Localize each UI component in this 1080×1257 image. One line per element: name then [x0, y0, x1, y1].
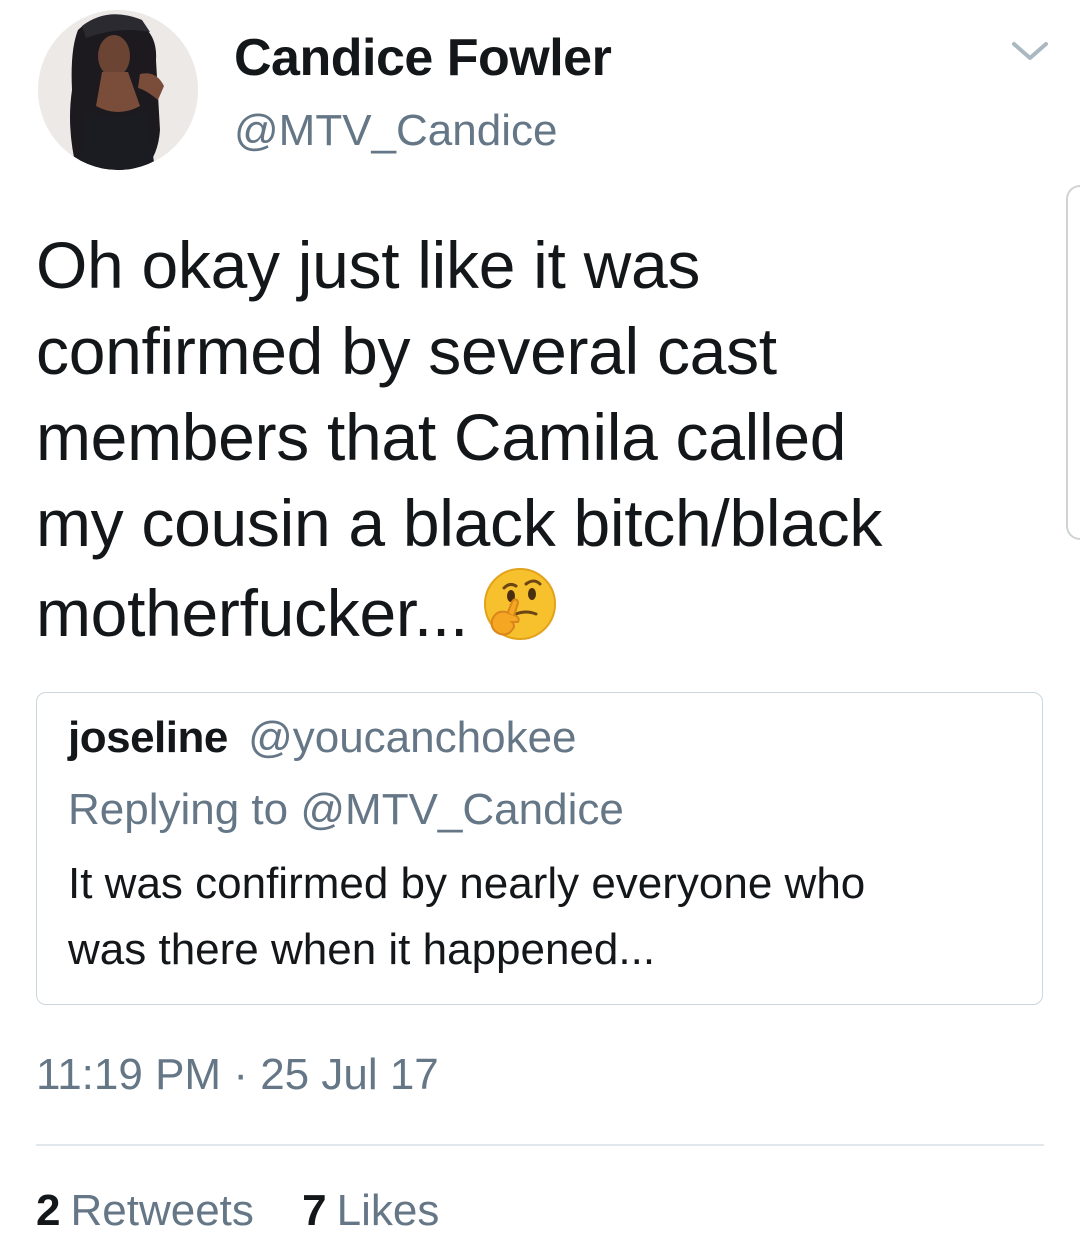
retweets-count: 2 — [36, 1186, 61, 1235]
tweet-text-line: Oh okay just like it was — [36, 228, 701, 302]
tweet-text: Oh okay just like it was confirmed by se… — [36, 222, 1046, 656]
likes-stat[interactable]: 7 Likes — [302, 1186, 439, 1236]
quoted-text-line: It was confirmed by nearly everyone who — [68, 859, 866, 908]
thinking-face-emoji — [482, 566, 558, 642]
tweet-text-segment: motherfucker... — [36, 576, 469, 650]
timestamp-separator: · — [233, 1050, 248, 1099]
tweet-text-line-last: motherfucker... — [36, 566, 1046, 656]
tweet-time: 11:19 PM — [36, 1050, 222, 1099]
author-display-name[interactable]: Candice Fowler — [234, 28, 612, 88]
quoted-tweet-text: It was confirmed by nearly everyone who … — [68, 851, 1018, 983]
tweet-text-line: confirmed by several cast — [36, 314, 777, 388]
retweets-stat[interactable]: 2 Retweets — [36, 1186, 254, 1236]
tweet-text-line: my cousin a black bitch/black — [36, 486, 883, 560]
quoted-tweet-header: joseline @youcanchokee — [68, 713, 577, 763]
tweet-stats: 2 Retweets 7 Likes — [36, 1186, 439, 1236]
likes-label: Likes — [336, 1186, 440, 1235]
author-handle[interactable]: @MTV_Candice — [234, 106, 557, 156]
likes-count: 7 — [302, 1186, 327, 1235]
replying-mention[interactable]: @MTV_Candice — [300, 785, 623, 834]
divider — [36, 1144, 1044, 1146]
avatar[interactable] — [38, 10, 198, 170]
retweets-label: Retweets — [70, 1186, 254, 1235]
quoted-author-handle: @youcanchokee — [248, 713, 577, 762]
quoted-replying-to: Replying to @MTV_Candice — [68, 785, 624, 835]
tweet-date: 25 Jul 17 — [260, 1050, 439, 1099]
quoted-tweet[interactable]: joseline @youcanchokee Replying to @MTV_… — [36, 692, 1043, 1005]
tweet-text-line: members that Camila called — [36, 400, 847, 474]
chevron-down-icon[interactable] — [1010, 36, 1050, 66]
avatar-image — [38, 10, 198, 170]
scrollbar[interactable] — [1066, 185, 1080, 540]
replying-prefix: Replying to — [68, 785, 289, 834]
tweet-timestamp[interactable]: 11:19 PM · 25 Jul 17 — [36, 1050, 439, 1100]
quoted-text-line: was there when it happened... — [68, 925, 656, 974]
quoted-author-name: joseline — [68, 713, 228, 762]
